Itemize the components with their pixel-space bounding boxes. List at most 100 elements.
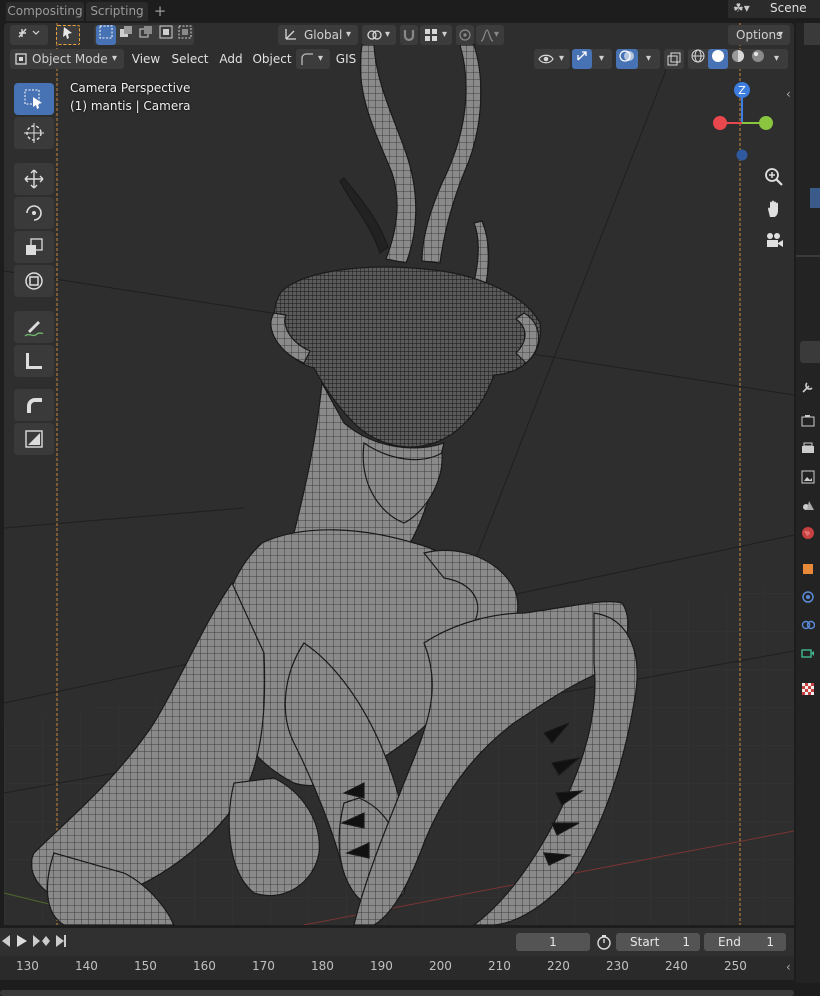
gizmo-toggle[interactable] [572, 49, 592, 69]
chevron-down-icon: ▾ [318, 53, 324, 64]
shading-solid[interactable] [708, 49, 728, 69]
properties-editor-type[interactable] [800, 341, 820, 363]
scene-label: Scene [770, 1, 807, 15]
camera-view-button[interactable] [760, 227, 788, 255]
ruler-tick: 160 [193, 959, 216, 973]
shading-wireframe[interactable] [688, 49, 708, 69]
add-workspace-button[interactable]: + [150, 2, 170, 21]
menu-gis[interactable]: GIS [332, 49, 360, 69]
editor-type-button[interactable] [10, 25, 48, 45]
tab-tool[interactable] [796, 375, 820, 399]
tool-annotate[interactable] [14, 311, 54, 343]
outliner-selected-row[interactable] [810, 188, 820, 208]
start-label: Start [630, 935, 660, 949]
tool-scale[interactable] [14, 231, 54, 263]
tab-view-layer[interactable] [796, 465, 820, 489]
cursor-arrow-icon [63, 27, 72, 39]
tab-texture[interactable] [796, 677, 820, 701]
scene-selector[interactable]: ☘▾ Scene [728, 0, 820, 18]
play-icon[interactable] [14, 934, 28, 951]
start-frame-field[interactable]: Start 1 [616, 933, 700, 951]
menu-add[interactable]: Add [216, 49, 246, 69]
pivot-point-dropdown[interactable]: ▾ [362, 25, 396, 45]
wireframe-sphere-icon [691, 49, 705, 63]
snap-toggle[interactable] [400, 25, 418, 45]
overlays-dropdown[interactable]: ▾ [616, 49, 660, 69]
add-cube-icon [25, 430, 43, 448]
mode-dropdown[interactable]: Object Mode ▾ [10, 49, 124, 69]
tab-object-data[interactable] [796, 641, 820, 665]
pan-button[interactable] [760, 195, 788, 223]
snap-target-dropdown[interactable]: ▾ [420, 25, 452, 45]
tab-constraints[interactable] [796, 613, 820, 637]
end-frame-field[interactable]: End 1 [704, 933, 786, 951]
options-label: Options [736, 28, 783, 42]
tab-scripting[interactable]: Scripting [86, 2, 148, 21]
gizmo-axis-y[interactable] [759, 116, 773, 130]
viewport-object-label: (1) mantis | Camera [70, 99, 191, 113]
tab-render[interactable] [796, 409, 820, 433]
overlays-toggle[interactable] [616, 49, 638, 69]
tool-move[interactable] [14, 163, 54, 195]
chevron-down-icon: ▾ [385, 29, 391, 40]
tool-settings-select[interactable] [56, 25, 80, 45]
visibility-dropdown[interactable]: ▾ [534, 49, 570, 69]
navigation-gizmo[interactable]: Z [704, 78, 794, 168]
select-extend-icon [120, 26, 132, 37]
selection-mode-group [94, 25, 194, 45]
curve-icon [300, 52, 314, 69]
3d-viewport[interactable]: Global ▾ ▾ ▾ ▾ Options ▾ Object Mode ▾ V… [4, 23, 794, 925]
select-mode-invert[interactable] [156, 25, 176, 45]
gizmo-axis-neg-z[interactable] [736, 149, 748, 161]
pivot-icon [366, 27, 382, 46]
falloff-dropdown[interactable]: ▾ [476, 25, 504, 45]
select-mode-extend[interactable] [116, 25, 136, 45]
timeline-scrollbar[interactable] [0, 990, 794, 996]
gizmo-dropdown[interactable]: ▾ [572, 49, 612, 69]
tab-output[interactable] [796, 437, 820, 461]
object-square-icon [803, 564, 813, 574]
tool-select-box[interactable] [14, 83, 54, 115]
transform-orientation-dropdown[interactable]: Global ▾ [278, 25, 358, 45]
select-box-icon [24, 89, 42, 109]
tab-object[interactable] [796, 557, 820, 581]
tab-physics[interactable] [796, 585, 820, 609]
chevron-down-icon: ▾ [774, 53, 780, 64]
stopwatch-icon[interactable] [596, 934, 612, 953]
sidebar-collapse-icon[interactable]: ‹ [786, 87, 791, 101]
select-mode-intersect[interactable] [176, 25, 194, 45]
select-mode-subtract[interactable] [136, 25, 156, 45]
tab-scene[interactable] [796, 493, 820, 517]
timeline-ruler[interactable]: 130 140 150 160 170 180 190 200 210 220 … [0, 956, 794, 980]
jump-start-icon[interactable] [0, 934, 12, 951]
proportional-edit-toggle[interactable] [456, 25, 474, 45]
overlay-style-dropdown[interactable]: ▾ [296, 49, 330, 69]
select-new-icon [99, 25, 113, 39]
jump-end-icon[interactable] [54, 934, 68, 951]
xray-toggle[interactable] [664, 49, 684, 69]
options-dropdown[interactable]: Options ▾ [728, 25, 790, 45]
menu-object[interactable]: Object [250, 49, 294, 69]
tab-compositing[interactable]: Compositing [6, 2, 84, 21]
timeline-header: 1 Start 1 End 1 [0, 928, 794, 956]
shading-material[interactable] [728, 49, 748, 69]
gizmo-axis-x[interactable] [713, 116, 727, 130]
menu-view[interactable]: View [128, 49, 164, 69]
tool-cursor[interactable] [14, 117, 54, 149]
outliner-editor-type[interactable] [804, 23, 820, 45]
tool-measure[interactable] [14, 345, 54, 377]
tool-transform[interactable] [14, 265, 54, 297]
ruler-tick: 250 [724, 959, 747, 973]
timeline-collapse-icon[interactable]: ‹ [786, 960, 791, 974]
menu-select[interactable]: Select [168, 49, 212, 69]
tab-world[interactable] [796, 521, 820, 545]
shading-rendered[interactable] [748, 49, 768, 69]
jump-keyframe-icon[interactable] [32, 934, 52, 951]
tool-add-cube[interactable] [14, 423, 54, 455]
current-frame-field[interactable]: 1 [516, 933, 590, 951]
tool-add-curve[interactable] [14, 389, 54, 421]
tool-rotate[interactable] [14, 197, 54, 229]
select-mode-new[interactable] [96, 25, 116, 45]
zoom-button[interactable] [760, 163, 788, 191]
falloff-curve-icon [480, 28, 494, 45]
